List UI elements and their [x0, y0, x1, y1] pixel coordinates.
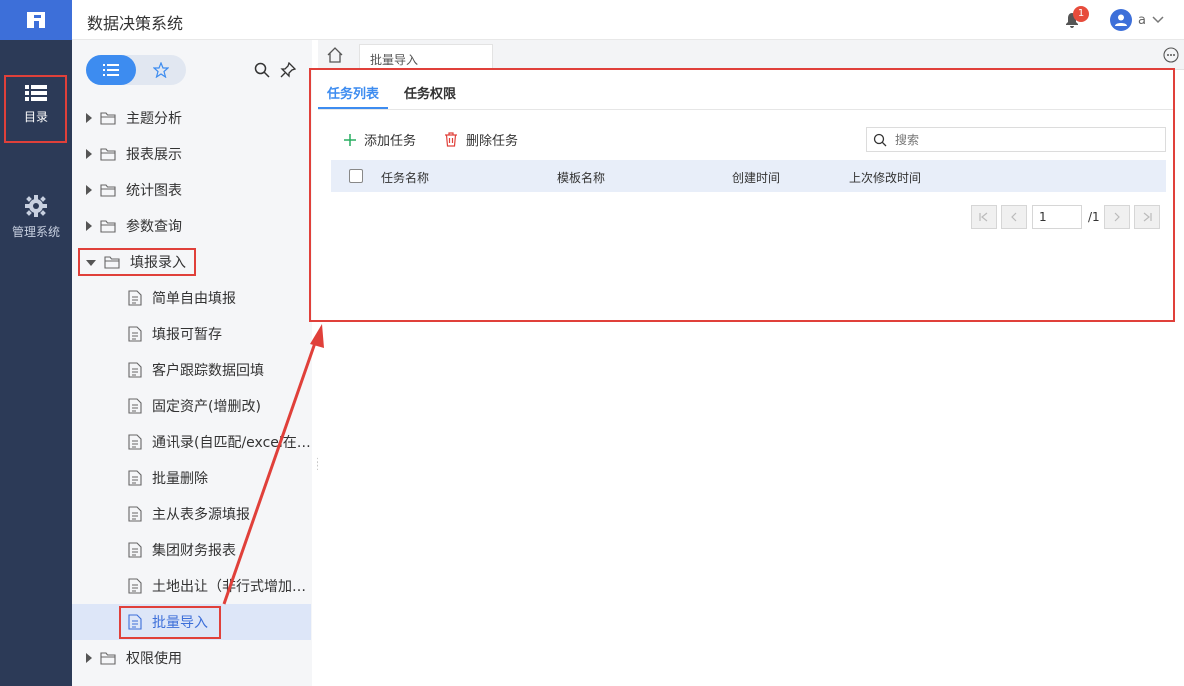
expand-arrow-icon[interactable] [86, 185, 92, 195]
tree-report[interactable]: 主从表多源填报 [72, 496, 311, 532]
tree-report[interactable]: 通讯录(自匹配/excel在… [72, 424, 311, 460]
tree-label: 主题分析 [126, 111, 182, 127]
document-icon [128, 578, 142, 594]
tree-folder[interactable]: 报表展示 [72, 136, 311, 172]
document-icon [128, 470, 142, 486]
annotation-box-catalog [4, 75, 67, 143]
document-icon [128, 398, 142, 414]
tree-report[interactable]: 固定资产(增删改) [72, 388, 311, 424]
favorites-button[interactable] [136, 55, 186, 85]
catalog-panel: 主题分析 报表展示 统计图表 参数查询 填报录入 简单自由填报 填报可暂存 客户… [72, 40, 312, 686]
expand-arrow-icon[interactable] [86, 221, 92, 231]
list-view-button[interactable] [86, 55, 136, 85]
tree-label: 主从表多源填报 [152, 507, 250, 523]
document-icon [128, 362, 142, 378]
top-header: 数据决策系统 1 a [0, 0, 1184, 40]
tab-batch-import[interactable]: 批量导入 [359, 44, 493, 70]
rail-item-management[interactable]: 管理系统 [0, 195, 72, 240]
document-icon [128, 326, 142, 342]
folder-icon [100, 148, 116, 161]
folder-icon [100, 112, 116, 125]
tree-folder[interactable]: 统计图表 [72, 172, 311, 208]
tree-report[interactable]: 集团财务报表 [72, 532, 311, 568]
tree-label: 客户跟踪数据回填 [152, 363, 264, 379]
annotation-box-panel [309, 68, 1175, 322]
notification-badge: 1 [1073, 6, 1089, 22]
tab-bar: 批量导入 [318, 40, 1184, 70]
annotation-box-selected [119, 606, 221, 639]
rail-item-label: 管理系统 [11, 225, 60, 239]
avatar [1110, 9, 1132, 31]
tree-label: 报表展示 [126, 147, 182, 163]
username: a [1138, 12, 1146, 28]
gear-icon [25, 195, 47, 217]
logo-icon [27, 12, 45, 28]
folder-icon [100, 652, 116, 665]
document-icon [128, 434, 142, 450]
tree-label: 批量删除 [152, 471, 208, 487]
tree-folder[interactable]: 主题分析 [72, 100, 311, 136]
catalog-view-toggle [86, 55, 186, 85]
tree-label: 通讯录(自匹配/excel在… [152, 435, 311, 451]
more-icon[interactable] [1163, 47, 1179, 63]
tree-label: 简单自由填报 [152, 291, 236, 307]
tree-folder[interactable]: 参数查询 [72, 208, 311, 244]
tree-label: 统计图表 [126, 183, 182, 199]
search-icon[interactable] [254, 62, 270, 78]
tree-label: 填报可暂存 [152, 327, 222, 343]
tree-report[interactable]: 土地出让（非行式增加… [72, 568, 311, 604]
expand-arrow-icon[interactable] [86, 113, 92, 123]
tree-report[interactable]: 简单自由填报 [72, 280, 311, 316]
expand-arrow-icon[interactable] [86, 149, 92, 159]
tree-label: 集团财务报表 [152, 543, 236, 559]
chevron-down-icon [1152, 16, 1164, 24]
folder-icon [100, 220, 116, 233]
user-menu[interactable]: a [1110, 9, 1164, 31]
tree-report[interactable]: 客户跟踪数据回填 [72, 352, 311, 388]
annotation-box-folder [78, 248, 196, 276]
app-title: 数据决策系统 [87, 14, 184, 33]
tree-folder[interactable]: 权限使用 [72, 640, 311, 676]
tree-report[interactable]: 填报可暂存 [72, 316, 311, 352]
expand-arrow-icon[interactable] [86, 653, 92, 663]
user-icon [1115, 14, 1127, 26]
tree-label: 权限使用 [126, 651, 182, 667]
home-icon[interactable] [326, 46, 344, 64]
app-logo[interactable] [0, 0, 72, 40]
tree-label: 参数查询 [126, 219, 182, 235]
pin-icon[interactable] [280, 62, 296, 78]
tree-report[interactable]: 批量删除 [72, 460, 311, 496]
document-icon [128, 506, 142, 522]
list-icon [103, 64, 119, 76]
document-icon [128, 542, 142, 558]
star-icon [153, 62, 169, 78]
resize-handle[interactable]: ⋮⋮ [313, 458, 323, 475]
tree-label: 土地出让（非行式增加… [152, 579, 306, 595]
document-icon [128, 290, 142, 306]
tree-label: 固定资产(增删改) [152, 399, 261, 415]
folder-icon [100, 184, 116, 197]
